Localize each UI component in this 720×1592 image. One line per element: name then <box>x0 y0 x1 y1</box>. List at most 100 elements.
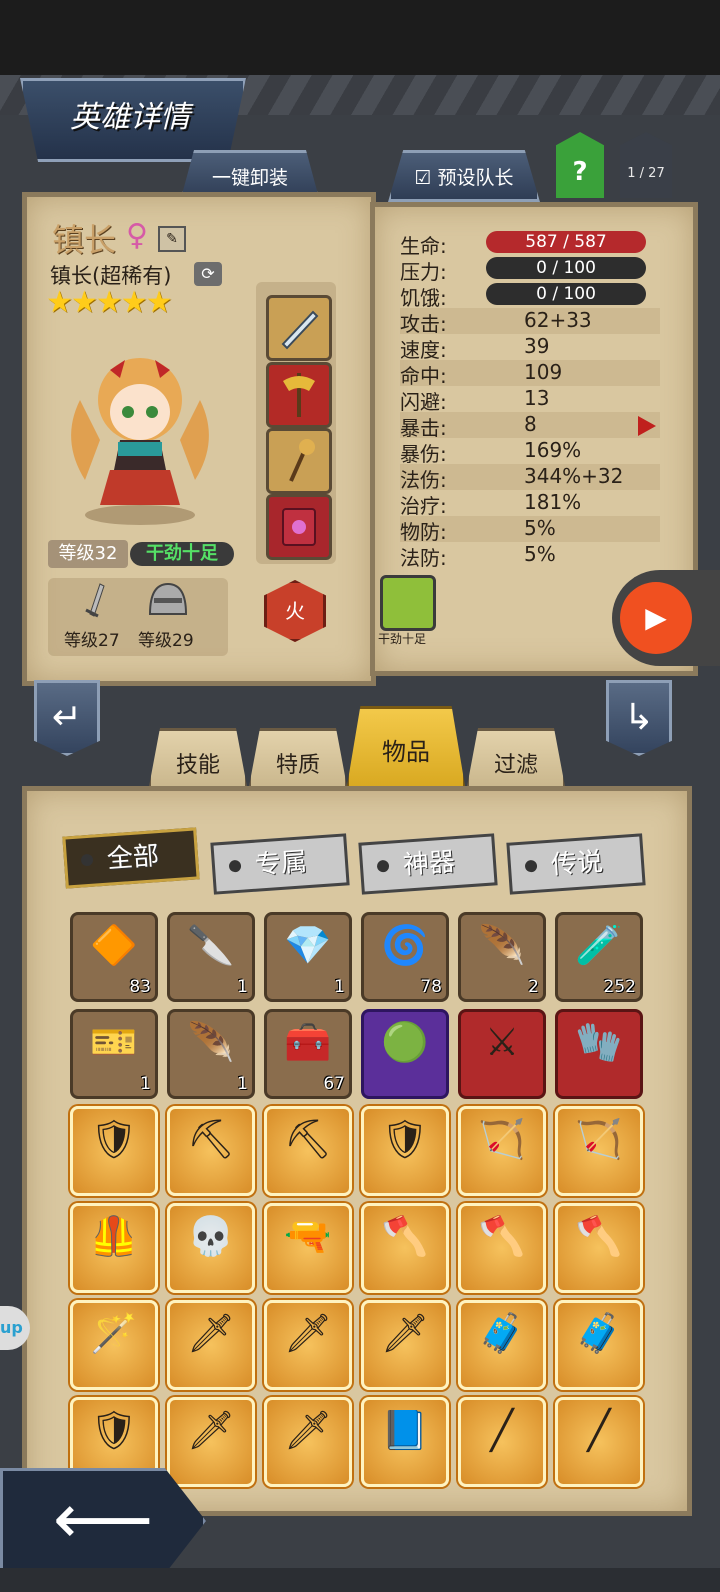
stat-row: 闪避: 13 <box>400 386 660 414</box>
equipped-staff-slot[interactable] <box>266 428 332 494</box>
item-count: 83 <box>129 977 151 997</box>
preset-leader-label: 预设队长 <box>437 167 514 189</box>
item-count: 67 <box>323 1074 345 1094</box>
tab-items[interactable]: 物品 <box>346 706 466 792</box>
stat-value: 62+33 <box>524 308 592 332</box>
item-slot[interactable]: 🗡 <box>264 1397 352 1487</box>
item-slot[interactable]: 🛡 <box>361 1106 449 1196</box>
stat-row: 暴击: 8 <box>400 412 660 440</box>
item-slot[interactable]: 🪓 <box>361 1203 449 1293</box>
item-slot[interactable]: 🧤 <box>555 1009 643 1099</box>
item-slot[interactable]: 🌀 78 <box>361 912 449 1002</box>
item-slot[interactable]: ⛏ <box>264 1106 352 1196</box>
tab-traits[interactable]: 特质 <box>248 728 348 792</box>
hero-stars: ★★★★★ <box>46 285 172 320</box>
book-icon <box>282 508 316 546</box>
item-slot[interactable]: 🪓 <box>555 1203 643 1293</box>
item-slot[interactable]: 🎫 1 <box>70 1009 158 1099</box>
item-slot[interactable]: 🪓 <box>458 1203 546 1293</box>
filter-label: 专属 <box>254 847 308 881</box>
item-slot[interactable]: 🦺 <box>70 1203 158 1293</box>
weapon-level: 等级27 <box>64 631 120 651</box>
stat-label: 命中: <box>400 364 447 388</box>
item-slot[interactable]: 🏹 <box>458 1106 546 1196</box>
item-slot[interactable]: 🧳 <box>458 1300 546 1390</box>
back-button[interactable]: ⟵ <box>0 1468 206 1574</box>
item-slot[interactable]: 🧪 252 <box>555 912 643 1002</box>
filter-artifact-button[interactable]: 神器 <box>358 833 498 895</box>
chest-armor-icon: 🛡 <box>89 1408 139 1452</box>
filter-legendary-button[interactable]: 传说 <box>506 833 646 895</box>
spellbook-icon: 📘 <box>381 1408 429 1452</box>
item-slot[interactable]: ╱ <box>458 1397 546 1487</box>
item-count: 1 <box>237 977 248 997</box>
orange-gem-icon: 🔶 <box>90 923 138 967</box>
hero-portrait <box>71 358 209 525</box>
swap-class-icon[interactable]: ⟳ <box>194 262 222 286</box>
item-slot[interactable]: 💀 <box>167 1203 255 1293</box>
green-orb-icon: 🟢 <box>381 1020 429 1064</box>
stat-value: 169% <box>524 438 582 462</box>
preset-leader-toggle[interactable]: ☑ 预设队长 <box>388 150 540 202</box>
item-slot[interactable]: 📘 <box>361 1397 449 1487</box>
item-slot[interactable]: 🧰 67 <box>264 1009 352 1099</box>
blade-icon: 🗡 <box>283 1311 333 1355</box>
item-slot[interactable]: 🪄 <box>70 1300 158 1390</box>
staff-icon <box>289 439 315 482</box>
stat-hp: 生命: 587 / 587 <box>400 230 660 258</box>
radio-dot-icon <box>228 859 242 873</box>
item-slot[interactable]: ⚔ <box>458 1009 546 1099</box>
radio-dot-icon <box>524 859 538 873</box>
equipped-axe-slot[interactable] <box>266 362 332 428</box>
filter-label: 传说 <box>550 847 604 881</box>
item-slot[interactable]: 🪶 1 <box>167 1009 255 1099</box>
video-icon[interactable]: ▶ <box>620 582 692 654</box>
help-button[interactable]: ? <box>556 132 604 198</box>
expand-stats-arrow[interactable] <box>638 416 656 436</box>
stat-value: 13 <box>524 386 550 410</box>
item-slot[interactable]: 🟢 <box>361 1009 449 1099</box>
stat-label: 压力: <box>400 260 447 284</box>
stat-label: 速度: <box>400 338 447 362</box>
item-slot[interactable]: 🔪 1 <box>167 912 255 1002</box>
item-slot[interactable]: 🪶 2 <box>458 912 546 1002</box>
filter-label: 全部 <box>106 841 160 875</box>
bow-icon: 🏹 <box>478 1117 526 1161</box>
item-slot[interactable]: 🧳 <box>555 1300 643 1390</box>
top-bar <box>0 0 720 75</box>
stat-label: 法防: <box>400 546 447 570</box>
tab-filter[interactable]: 过滤 <box>466 728 566 792</box>
radio-dot-icon <box>80 853 94 866</box>
item-slot[interactable]: 💎 1 <box>264 912 352 1002</box>
machete-icon: 🗡 <box>186 1311 236 1355</box>
filter-exclusive-button[interactable]: 专属 <box>210 833 350 895</box>
item-slot[interactable]: 🔫 <box>264 1203 352 1293</box>
item-slot[interactable]: 🗡 <box>167 1300 255 1390</box>
hp-bar: 587 / 587 <box>486 231 646 253</box>
edit-name-icon[interactable]: ✎ <box>158 226 186 252</box>
item-slot[interactable]: 🔶 83 <box>70 912 158 1002</box>
trait-energetic-icon[interactable] <box>380 575 436 631</box>
item-slot[interactable]: ⛏ <box>167 1106 255 1196</box>
stat-label: 攻击: <box>400 312 447 336</box>
stat-label: 饥饿: <box>400 286 447 310</box>
item-slot[interactable]: 🗡 <box>361 1300 449 1390</box>
next-hero-button[interactable]: ↳ <box>606 680 672 756</box>
item-slot[interactable]: ╱ <box>555 1397 643 1487</box>
item-slot[interactable]: 🏹 <box>555 1106 643 1196</box>
item-slot[interactable]: 🛡 <box>70 1106 158 1196</box>
filter-all-button[interactable]: 全部 <box>62 827 200 889</box>
radio-dot-icon <box>376 859 390 873</box>
stat-row: 命中: 109 <box>400 360 660 388</box>
katana-icon: 🗡 <box>283 1408 333 1452</box>
previous-hero-button[interactable]: ↵ <box>34 680 100 756</box>
equipped-book-slot[interactable] <box>266 494 332 560</box>
potion-icon: 🧪 <box>575 923 623 967</box>
item-slot[interactable]: 🗡 <box>167 1397 255 1487</box>
rune-stone-icon: 🌀 <box>381 923 429 967</box>
item-count: 78 <box>420 977 442 997</box>
equipped-sword-slot[interactable] <box>266 295 332 361</box>
skull-cloak-icon: 💀 <box>187 1214 235 1258</box>
item-slot[interactable]: 🗡 <box>264 1300 352 1390</box>
tab-skills[interactable]: 技能 <box>148 728 248 792</box>
